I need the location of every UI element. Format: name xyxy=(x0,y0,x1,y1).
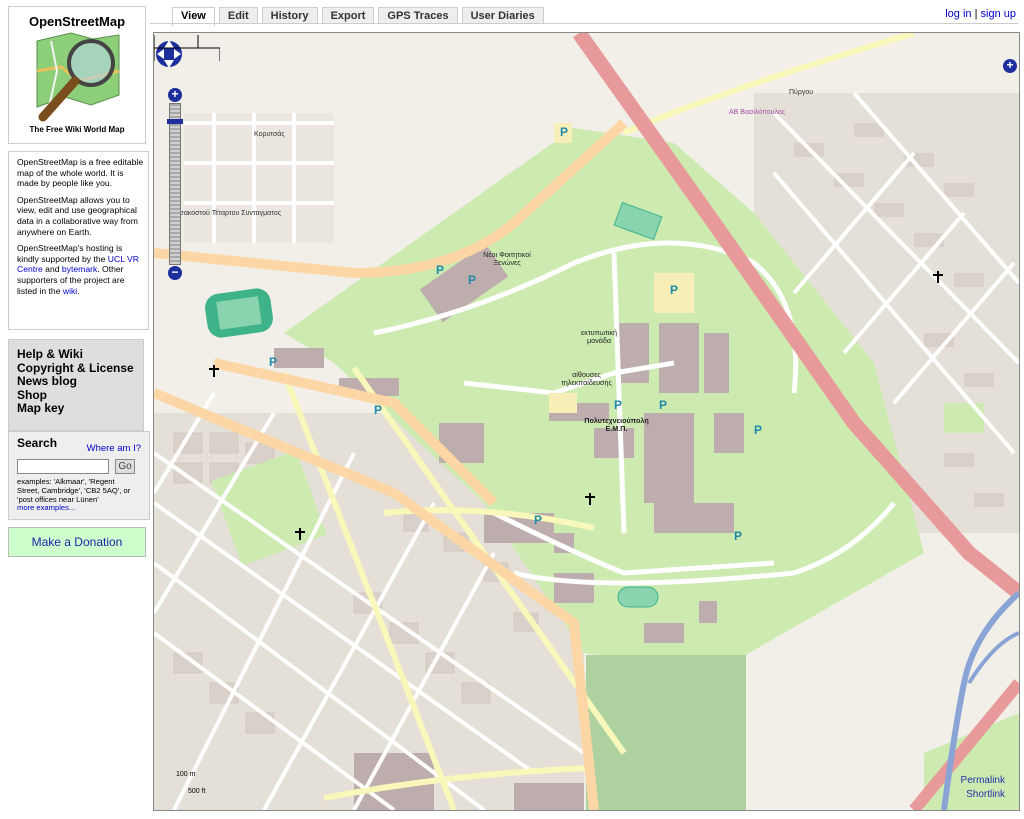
zoom-in-button[interactable]: + xyxy=(168,88,182,102)
layer-switcher-button[interactable]: + xyxy=(1003,59,1017,73)
help-nav: Help & Wiki Copyright & License News blo… xyxy=(8,339,144,431)
parking-label: P xyxy=(560,125,569,139)
search-examples: examples: 'Alkmaar', 'Regent Street, Cam… xyxy=(17,477,131,513)
tab-edit[interactable]: Edit xyxy=(218,7,258,24)
tab-export[interactable]: Export xyxy=(321,7,375,24)
logo-tagline: The Free Wiki World Map xyxy=(29,125,125,134)
where-am-i-link[interactable]: Where am I? xyxy=(87,443,141,454)
parking-label: P xyxy=(534,513,543,527)
zoom-out-button[interactable]: − xyxy=(168,266,182,280)
poi-label-polytechnioupoli: Πολυτεχνειούπολη Ε.Μ.Π. xyxy=(584,416,649,433)
intro-paragraph-2: OpenStreetMap allows you to view, edit a… xyxy=(17,194,138,237)
map-key-link[interactable]: Map key xyxy=(17,401,143,416)
logo-box[interactable]: OpenStreetMap The Free Wiki World Map xyxy=(8,6,146,144)
zoom-slider-track[interactable] xyxy=(169,103,181,265)
zoom-slider-handle[interactable] xyxy=(167,119,183,124)
poi-label-aithouses: αίθουσες τηλεκπαίδευσης xyxy=(561,370,612,387)
parking-label: P xyxy=(659,398,668,412)
street-label-tsakostou: Τσακοστού Τέταρτου Συνταγματος xyxy=(176,210,282,217)
auth-links: log in | sign up xyxy=(945,8,1016,20)
tab-divider xyxy=(150,23,1018,24)
search-input[interactable] xyxy=(17,459,109,474)
permalink-link[interactable]: Permalink xyxy=(961,775,1005,786)
tab-gps-traces[interactable]: GPS Traces xyxy=(378,7,458,24)
parking-label: P xyxy=(670,283,679,297)
news-blog-link[interactable]: News blog xyxy=(17,374,143,389)
parking-label: P xyxy=(269,355,278,369)
scale-imperial-label: 500 ft xyxy=(188,788,206,795)
intro-box: OpenStreetMap is a free editable map of … xyxy=(8,151,149,330)
search-box: Search Where am I? Go examples: 'Alkmaar… xyxy=(8,431,150,520)
street-label-korytsas: Κορυτσάς xyxy=(254,131,285,138)
intro-paragraph-3: OpenStreetMap's hosting is kindly suppor… xyxy=(17,243,139,296)
scale-bar-icon xyxy=(154,35,220,61)
top-tabs: View Edit History Export GPS Traces User… xyxy=(172,7,544,26)
poi-label-ektipotiki: εκτυπωτική μονάδα xyxy=(581,328,617,345)
shortlink-link[interactable]: Shortlink xyxy=(966,789,1005,800)
street-label-pyrgou: Πύργου xyxy=(789,89,814,96)
wiki-link[interactable]: wiki xyxy=(63,286,77,296)
parking-label: P xyxy=(754,423,763,437)
parking-label: P xyxy=(734,529,743,543)
poi-label-ab-vasilopoulos: ΑΒ Βασιλόπουλος xyxy=(729,109,786,116)
parking-label: P xyxy=(374,403,383,417)
help-wiki-link[interactable]: Help & Wiki xyxy=(17,347,143,362)
map-canvas[interactable]: P P P P P P P P P P P Νέοι Φοιτητικοί Ξε… xyxy=(153,32,1020,811)
scale-metric-label: 100 m xyxy=(176,771,196,778)
copyright-license-link[interactable]: Copyright & License xyxy=(17,361,143,376)
tab-history[interactable]: History xyxy=(261,7,318,24)
signup-link[interactable]: sign up xyxy=(981,8,1016,20)
intro-paragraph-1: OpenStreetMap is a free editable map of … xyxy=(17,157,144,189)
more-examples-link[interactable]: more examples... xyxy=(17,503,75,512)
login-link[interactable]: log in xyxy=(945,8,971,20)
logo-title: OpenStreetMap xyxy=(28,14,126,29)
shop-link[interactable]: Shop xyxy=(17,388,143,403)
donate-button[interactable]: Make a Donation xyxy=(8,527,146,557)
search-go-button[interactable]: Go xyxy=(115,459,135,474)
poi-label-neoi-foititikoi: Νέοι Φοιτητικοί Ξενώνες xyxy=(483,250,531,267)
magnifier-map-logo-icon xyxy=(36,32,120,122)
parking-label: P xyxy=(436,263,445,277)
tab-user-diaries[interactable]: User Diaries xyxy=(461,7,544,24)
auth-separator: | xyxy=(974,8,978,20)
parking-label: P xyxy=(614,398,623,412)
bytemark-link[interactable]: bytemark xyxy=(62,264,97,274)
parking-label: P xyxy=(468,273,477,287)
